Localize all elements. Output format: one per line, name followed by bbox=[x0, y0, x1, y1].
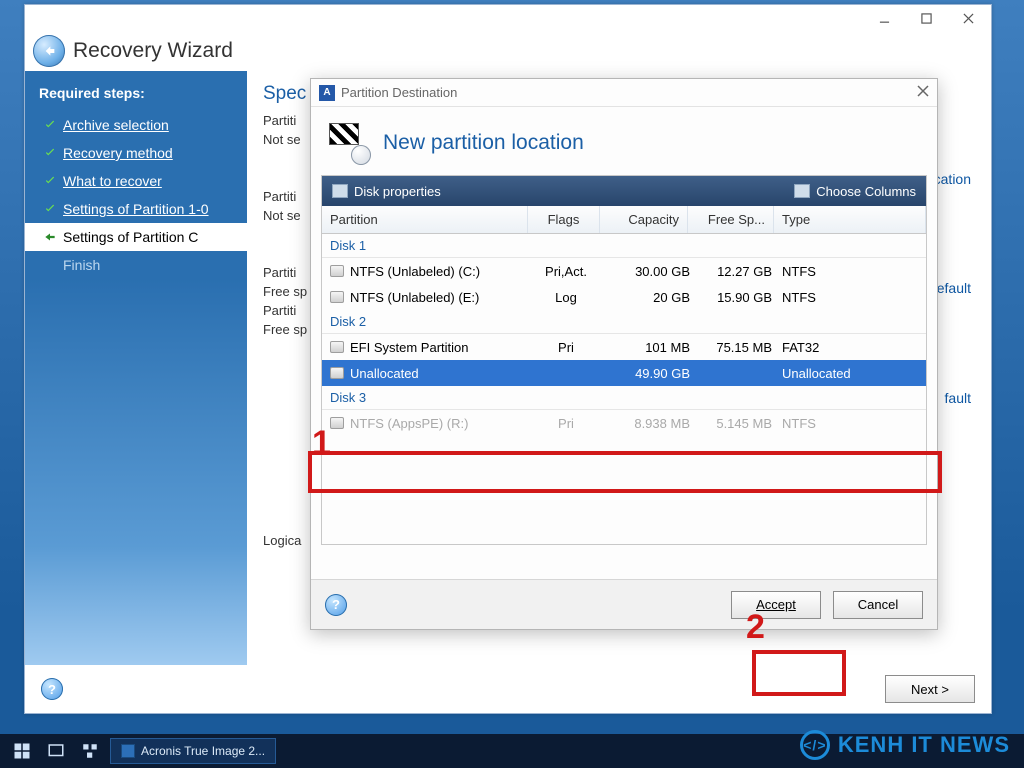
close-button[interactable] bbox=[949, 8, 987, 28]
checkmark-icon bbox=[43, 174, 57, 188]
partition-capacity: 20 GB bbox=[602, 290, 690, 305]
back-button[interactable] bbox=[33, 35, 65, 67]
sidebar-step[interactable]: Recovery method bbox=[25, 139, 247, 167]
step-label: What to recover bbox=[63, 173, 162, 189]
taskbar-app-acronis[interactable]: Acronis True Image 2... bbox=[110, 738, 276, 764]
partition-type: NTFS bbox=[776, 264, 926, 279]
checkmark-icon bbox=[43, 118, 57, 132]
partition-row[interactable]: NTFS (Unlabeled) (E:) Log20 GB15.90 GBNTF… bbox=[322, 284, 926, 310]
partition-row[interactable]: NTFS (Unlabeled) (C:) Pri,Act.30.00 GB12.… bbox=[322, 258, 926, 284]
partition-row[interactable]: NTFS (AppsPE) (R:) Pri8.938 MB5.145 MBNTF… bbox=[322, 410, 926, 436]
destination-icon bbox=[329, 123, 369, 163]
checkmark-icon bbox=[43, 146, 57, 160]
partition-name: NTFS (Unlabeled) (C:) bbox=[350, 264, 480, 279]
partition-type: NTFS bbox=[776, 290, 926, 305]
start-button[interactable] bbox=[8, 738, 36, 764]
col-type[interactable]: Type bbox=[774, 206, 926, 233]
dialog-close-button[interactable] bbox=[917, 84, 929, 102]
default-link-2[interactable]: fault bbox=[945, 390, 971, 406]
step-label: Settings of Partition C bbox=[63, 229, 198, 245]
new-location-link-1[interactable]: cation bbox=[934, 171, 971, 187]
dialog-title: Partition Destination bbox=[341, 85, 911, 100]
accept-button[interactable]: Accept bbox=[731, 591, 821, 619]
disk-icon bbox=[330, 265, 344, 277]
grid-header: Partition Flags Capacity Free Sp... Type bbox=[322, 206, 926, 234]
partition-capacity: 30.00 GB bbox=[602, 264, 690, 279]
partition-type: FAT32 bbox=[776, 340, 926, 355]
partition-destination-dialog: A Partition Destination New partition lo… bbox=[310, 78, 938, 630]
partition-flags: Pri bbox=[530, 340, 602, 355]
col-free-space[interactable]: Free Sp... bbox=[688, 206, 774, 233]
choose-columns-button[interactable]: Choose Columns bbox=[794, 184, 916, 199]
partition-name: EFI System Partition bbox=[350, 340, 468, 355]
sidebar-heading: Required steps: bbox=[25, 79, 247, 111]
disk-group: Disk 2 bbox=[322, 310, 926, 334]
wizard-header: Recovery Wizard bbox=[25, 31, 991, 71]
col-flags[interactable]: Flags bbox=[528, 206, 600, 233]
disk-icon bbox=[330, 341, 344, 353]
arrow-icon bbox=[43, 230, 57, 244]
dialog-help-icon[interactable]: ? bbox=[325, 594, 347, 616]
sidebar-step[interactable]: Archive selection bbox=[25, 111, 247, 139]
next-button[interactable]: Next > bbox=[885, 675, 975, 703]
minimize-button[interactable] bbox=[865, 8, 903, 28]
disk-icon bbox=[330, 291, 344, 303]
checkmark-icon bbox=[43, 202, 57, 216]
partition-grid: Disk properties Choose Columns Partition… bbox=[321, 175, 927, 545]
partition-capacity: 49.90 GB bbox=[602, 366, 690, 381]
disk-icon bbox=[330, 367, 344, 379]
col-capacity[interactable]: Capacity bbox=[600, 206, 688, 233]
step-label: Archive selection bbox=[63, 117, 169, 133]
partition-name: NTFS (Unlabeled) (E:) bbox=[350, 290, 479, 305]
logical-drive-label: Logica bbox=[263, 533, 301, 548]
partition-type: Unallocated bbox=[776, 366, 926, 381]
sidebar-step[interactable]: Settings of Partition 1-0 bbox=[25, 195, 247, 223]
default-link-1[interactable]: efault bbox=[937, 280, 971, 296]
partition-free: 12.27 GB bbox=[690, 264, 776, 279]
step-label: Finish bbox=[63, 257, 100, 273]
partition-capacity: 101 MB bbox=[602, 340, 690, 355]
partition-capacity: 8.938 MB bbox=[602, 416, 690, 431]
sidebar-step: Finish bbox=[25, 251, 247, 279]
maximize-button[interactable] bbox=[907, 8, 945, 28]
disk-group: Disk 1 bbox=[322, 234, 926, 258]
cancel-button[interactable]: Cancel bbox=[833, 591, 923, 619]
partition-free: 5.145 MB bbox=[690, 416, 776, 431]
wizard-footer: ? Next > bbox=[25, 665, 991, 713]
app-icon: A bbox=[319, 85, 335, 101]
step-label: Settings of Partition 1-0 bbox=[63, 201, 209, 217]
partition-flags: Log bbox=[530, 290, 602, 305]
partition-flags: Pri,Act. bbox=[530, 264, 602, 279]
sidebar-step[interactable]: What to recover bbox=[25, 167, 247, 195]
help-icon[interactable]: ? bbox=[41, 678, 63, 700]
partition-free: 15.90 GB bbox=[690, 290, 776, 305]
dialog-titlebar: A Partition Destination bbox=[311, 79, 937, 107]
partition-type: NTFS bbox=[776, 416, 926, 431]
col-partition[interactable]: Partition bbox=[322, 206, 528, 233]
dialog-footer: ? Accept Cancel bbox=[311, 579, 937, 629]
sidebar-step[interactable]: Settings of Partition C bbox=[25, 223, 247, 251]
step-label: Recovery method bbox=[63, 145, 173, 161]
partition-free: 75.15 MB bbox=[690, 340, 776, 355]
partition-flags: Pri bbox=[530, 416, 602, 431]
wizard-sidebar: Required steps: Archive selection Recover… bbox=[25, 71, 247, 665]
taskbar-icon-2[interactable] bbox=[76, 738, 104, 764]
disk-icon bbox=[330, 417, 344, 429]
wizard-titlebar bbox=[25, 5, 991, 31]
partition-row[interactable]: EFI System Partition Pri101 MB75.15 MBFAT… bbox=[322, 334, 926, 360]
partition-name: Unallocated bbox=[350, 366, 419, 381]
dialog-heading: New partition location bbox=[383, 131, 584, 155]
partition-name: NTFS (AppsPE) (R:) bbox=[350, 416, 468, 431]
taskbar-icon-1[interactable] bbox=[42, 738, 70, 764]
partition-row[interactable]: Unallocated 49.90 GB Unallocated bbox=[322, 360, 926, 386]
watermark: </> KENH IT NEWS bbox=[800, 730, 1010, 760]
wizard-title: Recovery Wizard bbox=[73, 39, 233, 63]
disk-properties-button[interactable]: Disk properties bbox=[332, 184, 441, 199]
watermark-logo-icon: </> bbox=[800, 730, 830, 760]
disk-group: Disk 3 bbox=[322, 386, 926, 410]
